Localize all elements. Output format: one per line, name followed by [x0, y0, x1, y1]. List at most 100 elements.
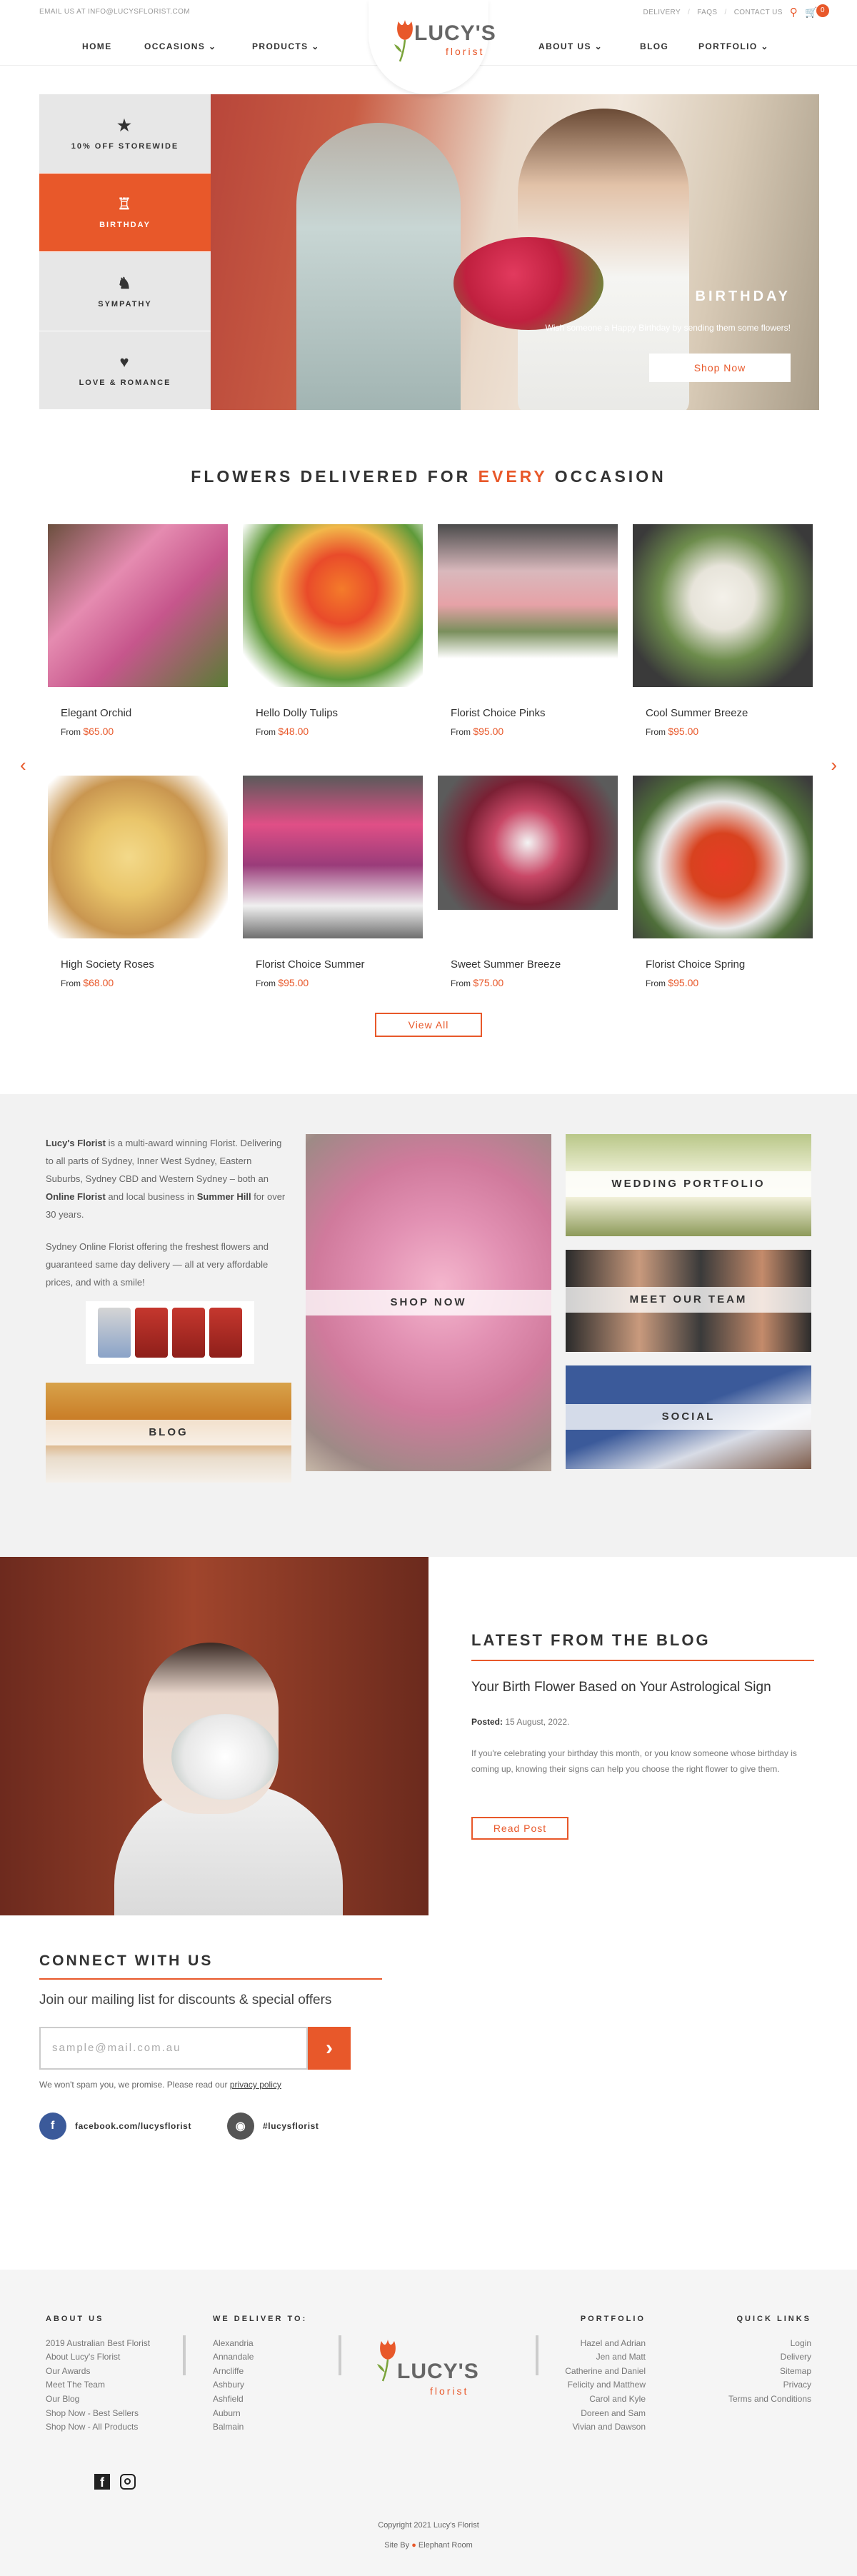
footer-quick-links: QUICK LINKS Login Delivery Sitemap Priva… — [728, 2312, 811, 2407]
note-text: We won't spam you, we promise. Please re… — [39, 2080, 230, 2090]
page: EMAIL US AT INFO@LUCYSFLORIST.COM DELIVE… — [0, 0, 857, 2576]
hero: ★ 10% OFF STOREWIDE ♖ BIRTHDAY ♞ SYMPATH… — [39, 94, 819, 410]
shop-now-tile[interactable]: SHOP NOW — [306, 1134, 551, 1471]
read-post-button[interactable]: Read Post — [471, 1817, 568, 1840]
shop-now-button[interactable]: Shop Now — [649, 354, 791, 382]
elephant-logo-icon: ● — [411, 2541, 416, 2550]
occasion-love[interactable]: ♥ LOVE & ROMANCE — [39, 331, 211, 410]
nav-blog[interactable]: BLOG — [640, 41, 668, 51]
footer-link[interactable]: Meet The Team — [46, 2378, 150, 2392]
product-name[interactable]: Elegant Orchid — [61, 707, 131, 719]
product-card[interactable]: Cool Summer Breeze From $95.00 — [633, 524, 813, 737]
social-tile[interactable]: SOCIAL — [566, 1365, 811, 1469]
footer-link[interactable]: Balmain — [213, 2420, 307, 2435]
meet-team-tile[interactable]: MEET OUR TEAM — [566, 1250, 811, 1352]
product-price: From $65.00 — [61, 726, 114, 737]
product-name[interactable]: Sweet Summer Breeze — [451, 958, 561, 971]
facebook-link[interactable]: f facebook.com/lucysflorist — [39, 2113, 191, 2140]
about-paragraph: Lucy's Florist is a multi-award winning … — [46, 1134, 290, 1223]
footer-about: ABOUT US 2019 Australian Best Florist Ab… — [46, 2312, 150, 2435]
footer-link[interactable]: Delivery — [728, 2350, 811, 2365]
footer-link[interactable]: Annandale — [213, 2350, 307, 2365]
blog-tile[interactable]: BLOG — [46, 1383, 291, 1483]
email-input[interactable]: sample@mail.com.au — [39, 2027, 308, 2070]
product-name[interactable]: Hello Dolly Tulips — [256, 707, 338, 719]
footer-link[interactable]: Auburn — [213, 2407, 307, 2421]
footer-link[interactable]: Jen and Matt — [565, 2350, 646, 2365]
carousel-next-icon[interactable]: › — [831, 754, 837, 776]
instagram-link[interactable]: ◉ #lucysflorist — [227, 2113, 319, 2140]
footer-link[interactable]: Ashbury — [213, 2378, 307, 2392]
occasion-discount[interactable]: ★ 10% OFF STOREWIDE — [39, 94, 211, 174]
privacy-policy-link[interactable]: privacy policy — [230, 2080, 281, 2090]
cart-icon[interactable]: 🛒 0 — [805, 4, 829, 19]
footer-link[interactable]: Vivian and Dawson — [565, 2420, 646, 2435]
footer-link[interactable]: Felicity and Matthew — [565, 2378, 646, 2392]
facebook-icon[interactable]: f — [94, 2474, 110, 2490]
divider — [471, 1660, 814, 1661]
faqs-link[interactable]: FAQS — [697, 9, 717, 16]
footer-link[interactable]: Privacy — [728, 2378, 811, 2392]
chevron-down-icon: ⌄ — [311, 41, 320, 51]
nav-products[interactable]: PRODUCTS ⌄ — [252, 41, 320, 51]
footer-link[interactable]: Alexandria — [213, 2337, 307, 2351]
carousel-prev-icon[interactable]: ‹ — [20, 754, 26, 776]
award-medal-icon — [209, 1308, 242, 1358]
product-name[interactable]: High Society Roses — [61, 958, 154, 971]
footer-link[interactable]: Catherine and Daniel — [565, 2365, 646, 2379]
nav-occasions-label: OCCASIONS — [144, 41, 206, 51]
title-part: FLOWERS DELIVERED FOR — [191, 467, 478, 486]
nav-portfolio[interactable]: PORTFOLIO ⌄ — [698, 41, 769, 51]
nav-occasions[interactable]: OCCASIONS ⌄ — [144, 41, 216, 51]
footer-link[interactable]: Our Blog — [46, 2392, 150, 2407]
footer-link[interactable]: 2019 Australian Best Florist — [46, 2337, 150, 2351]
footer-link[interactable]: Doreen and Sam — [565, 2407, 646, 2421]
nav-portfolio-label: PORTFOLIO — [698, 41, 758, 51]
product-card[interactable]: Florist Choice Pinks From $95.00 — [438, 524, 618, 737]
blog-post-title[interactable]: Your Birth Flower Based on Your Astrolog… — [471, 1680, 771, 1695]
occasion-birthday[interactable]: ♖ BIRTHDAY — [39, 173, 211, 252]
footer-link[interactable]: Shop Now - Best Sellers — [46, 2407, 150, 2421]
footer-link[interactable]: Arncliffe — [213, 2365, 307, 2379]
product-card[interactable]: Florist Choice Summer From $95.00 — [243, 776, 423, 988]
footer-link[interactable]: Login — [728, 2337, 811, 2351]
logo-badge[interactable]: LUCY'S florist — [369, 0, 496, 94]
agency-link[interactable]: Elephant Room — [419, 2541, 473, 2550]
footer-link[interactable]: Hazel and Adrian — [565, 2337, 646, 2351]
footer-link[interactable]: Shop Now - All Products — [46, 2420, 150, 2435]
bold-text: Lucy's Florist — [46, 1138, 106, 1148]
search-icon[interactable]: ⚲ — [790, 6, 798, 19]
contact-email[interactable]: EMAIL US AT INFO@LUCYSFLORIST.COM — [39, 8, 190, 16]
product-card[interactable]: Hello Dolly Tulips From $48.00 — [243, 524, 423, 737]
delivery-link[interactable]: DELIVERY — [643, 9, 681, 16]
view-all-button[interactable]: View All — [375, 1013, 482, 1037]
product-card[interactable]: High Society Roses From $68.00 — [48, 776, 228, 988]
instagram-icon[interactable] — [120, 2474, 136, 2490]
nav-home[interactable]: HOME — [82, 41, 112, 51]
footer-divider — [339, 2335, 341, 2375]
product-price: From $95.00 — [646, 726, 698, 737]
footer-link[interactable]: Carol and Kyle — [565, 2392, 646, 2407]
facebook-icon: f — [39, 2113, 66, 2140]
text: and local business in — [105, 1191, 197, 1202]
footer-link[interactable]: Sitemap — [728, 2365, 811, 2379]
product-name[interactable]: Florist Choice Pinks — [451, 707, 546, 719]
footer-logo-sub: florist — [430, 2385, 469, 2397]
footer-logo[interactable]: LUCY'S florist — [364, 2338, 493, 2417]
footer-link[interactable]: Ashfield — [213, 2392, 307, 2407]
product-name[interactable]: Florist Choice Summer — [256, 958, 365, 971]
product-name[interactable]: Cool Summer Breeze — [646, 707, 748, 719]
footer-link[interactable]: About Lucy's Florist — [46, 2350, 150, 2365]
footer-link[interactable]: Our Awards — [46, 2365, 150, 2379]
product-card[interactable]: Florist Choice Spring From $95.00 — [633, 776, 813, 988]
product-card[interactable]: Sweet Summer Breeze From $75.00 — [438, 776, 618, 988]
nav-about[interactable]: ABOUT US ⌄ — [538, 41, 603, 51]
product-card[interactable]: Elegant Orchid From $65.00 — [48, 524, 228, 737]
product-name[interactable]: Florist Choice Spring — [646, 958, 745, 971]
footer-link[interactable]: Terms and Conditions — [728, 2392, 811, 2407]
subscribe-arrow-button[interactable]: › — [308, 2027, 351, 2070]
wedding-portfolio-tile[interactable]: WEDDING PORTFOLIO — [566, 1134, 811, 1236]
occasion-sympathy[interactable]: ♞ SYMPATHY — [39, 252, 211, 331]
contact-link[interactable]: CONTACT US — [734, 9, 783, 16]
blog-image[interactable] — [0, 1557, 428, 1915]
